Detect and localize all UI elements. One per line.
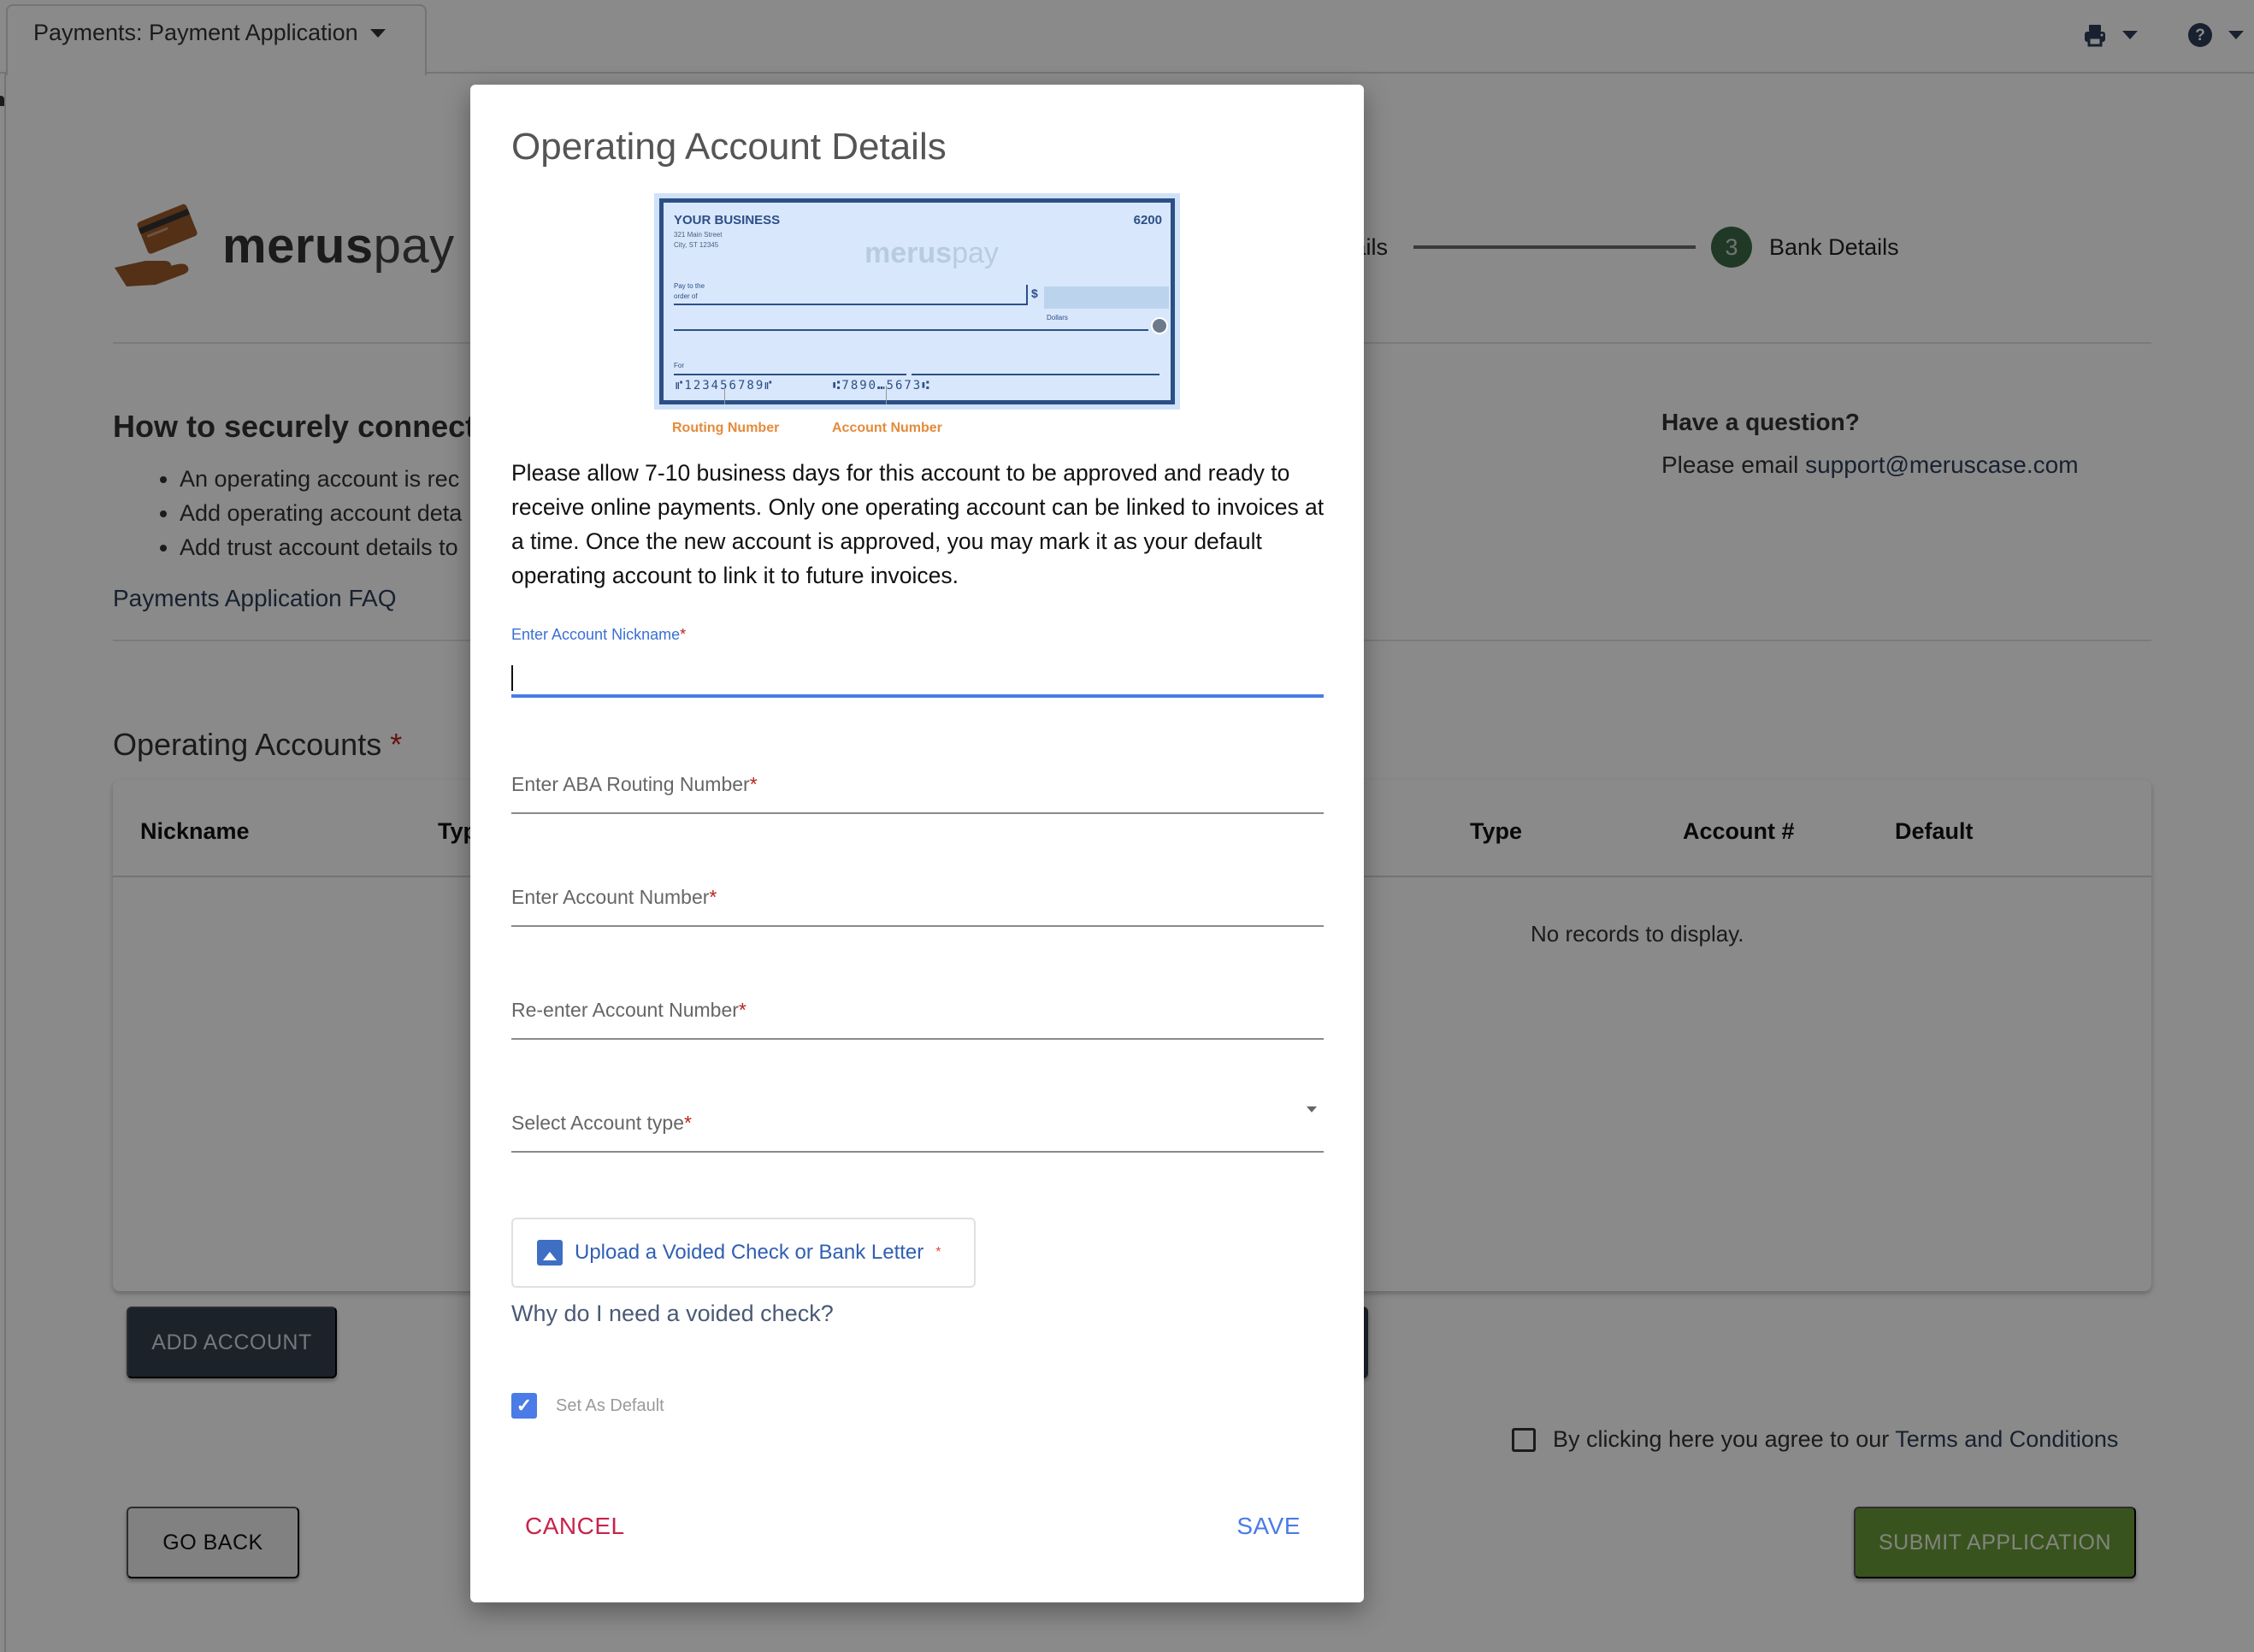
check-address: 321 Main Street City, ST 12345 (674, 231, 723, 249)
check-dollars-label: Dollars (1047, 314, 1068, 322)
checkmark-icon: ✓ (516, 1395, 533, 1416)
set-as-default-label: Set As Default (556, 1395, 664, 1415)
field-underline (511, 1038, 1324, 1040)
field-label: Enter Account Nickname* (511, 626, 687, 643)
dropdown-arrow-icon (1307, 1106, 1317, 1112)
check-business: YOUR BUSINESS (674, 213, 781, 227)
modal-description: Please allow 7-10 business days for this… (511, 460, 1325, 588)
check-line (674, 304, 1026, 305)
routing-number-caption: Routing Number (672, 421, 780, 435)
callout-line (724, 386, 725, 404)
required-mark: * (935, 1245, 941, 1260)
reenter-account-number-field[interactable]: Re-enter Account Number* (511, 999, 1324, 1040)
check-for-label: For (674, 362, 684, 369)
check-line (674, 329, 1148, 331)
check-line (912, 374, 1159, 375)
set-as-default-row: ✓ Set As Default (511, 1393, 664, 1419)
check-line (1026, 285, 1028, 305)
routing-number-field[interactable]: Enter ABA Routing Number* (511, 773, 1324, 814)
upload-voided-check-button[interactable]: Upload a Voided Check or Bank Letter * (511, 1218, 976, 1288)
check-watermark: meruspay (864, 237, 999, 269)
account-number-caption: Account Number (832, 421, 942, 435)
field-underline (511, 694, 1324, 698)
image-icon (537, 1240, 563, 1266)
lock-icon (1151, 317, 1168, 334)
cancel-button[interactable]: CANCEL (525, 1513, 625, 1540)
check-dollar-sign: $ (1031, 286, 1038, 300)
field-label: Enter Account Number* (511, 886, 717, 908)
check-pay-to: Pay to the order of (674, 282, 705, 300)
field-underline (511, 1151, 1324, 1153)
callout-line (886, 386, 887, 404)
account-type-select[interactable]: Select Account type* (511, 1106, 1324, 1153)
set-as-default-checkbox[interactable]: ✓ (511, 1393, 537, 1419)
check-line (674, 374, 906, 375)
account-nickname-input[interactable] (511, 658, 1324, 693)
save-button[interactable]: SAVE (1236, 1513, 1301, 1540)
sample-check-image: YOUR BUSINESS 321 Main Street City, ST 12… (654, 193, 1180, 410)
operating-account-details-modal: Operating Account Details YOUR BUSINESS … (470, 85, 1364, 1602)
field-label: Re-enter Account Number* (511, 999, 746, 1021)
modal-title: Operating Account Details (511, 126, 947, 168)
field-label: Enter ABA Routing Number* (511, 773, 758, 795)
account-nickname-field[interactable]: Enter Account Nickname* (511, 626, 1324, 698)
field-label: Select Account type* (511, 1112, 692, 1134)
text-cursor (511, 665, 513, 691)
account-number-field[interactable]: Enter Account Number* (511, 886, 1324, 927)
check-illustration: YOUR BUSINESS 321 Main Street City, ST 12… (659, 198, 1175, 404)
field-underline (511, 925, 1324, 927)
why-voided-check-link[interactable]: Why do I need a voided check? (511, 1301, 834, 1327)
check-number: 6200 (1133, 213, 1162, 227)
upload-button-label: Upload a Voided Check or Bank Letter (575, 1241, 924, 1264)
field-underline (511, 812, 1324, 814)
check-amount-box (1044, 286, 1169, 309)
check-micr-account: ⑆7890⑉5673⑆ (833, 379, 931, 392)
